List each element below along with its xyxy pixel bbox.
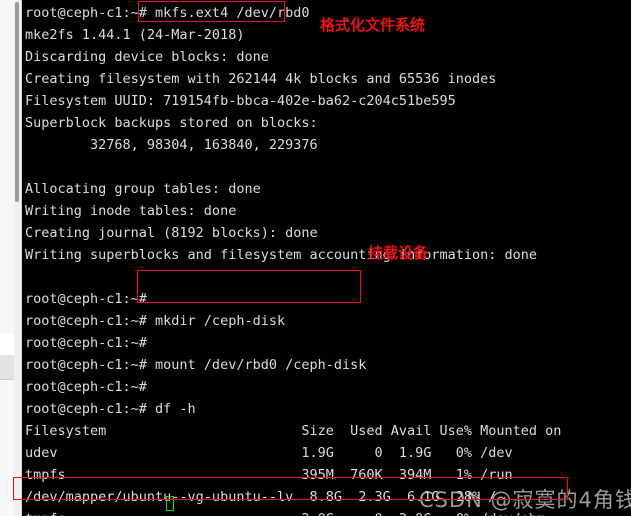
df-table-row: /dev/mapper/ubuntu--vg-ubuntu--lv 8.8G 2… [25,489,497,505]
df-table-row: udev 1.9G 0 1.9G 0% /dev [25,445,513,461]
df-table-header: Filesystem Size Used Avail Use% Mounted … [25,423,562,439]
terminal-line: Discarding device blocks: done [25,49,269,65]
terminal-line: Creating journal (8192 blocks): done [25,225,318,241]
terminal-line: Writing inode tables: done [25,203,237,219]
terminal-window[interactable]: root@ceph-c1:~# mkfs.ext4 /dev/rbd0 mke2… [22,0,631,516]
terminal-line: root@ceph-c1:~# mkdir /ceph-disk [25,313,286,329]
scrollbar-thumb[interactable] [15,2,19,202]
terminal-line: root@ceph-c1:~# [25,379,147,395]
terminal-output: root@ceph-c1:~# mkfs.ext4 /dev/rbd0 mke2… [22,0,631,516]
terminal-line: root@ceph-c1:~# df -h [25,401,196,417]
terminal-line: root@ceph-c1:~# mount /dev/rbd0 /ceph-di… [25,357,367,373]
terminal-cursor [166,496,174,511]
terminal-line: Superblock backups stored on blocks: [25,115,318,131]
df-table-row: tmpfs 395M 760K 394M 1% /run [25,467,513,483]
annotation-mount-device: 挂载设备 [368,244,429,262]
screenshot-root: root@ceph-c1:~# mkfs.ext4 /dev/rbd0 mke2… [0,0,631,516]
terminal-line: Creating filesystem with 262144 4k block… [25,71,497,87]
terminal-line: 32768, 98304, 163840, 229376 [25,137,318,153]
terminal-line: Allocating group tables: done [25,181,261,197]
df-table-row: tmpfs 2.0G 0 2.0G 0% /dev/shm [25,508,631,516]
terminal-line: Writing superblocks and filesystem accou… [25,247,538,263]
terminal-line: root@ceph-c1:~# [25,335,147,351]
terminal-line: Filesystem UUID: 719154fb-bbca-402e-ba62… [25,93,456,109]
annotation-format-filesystem: 格式化文件系统 [320,16,426,34]
terminal-line: root@ceph-c1:~# [25,291,147,307]
